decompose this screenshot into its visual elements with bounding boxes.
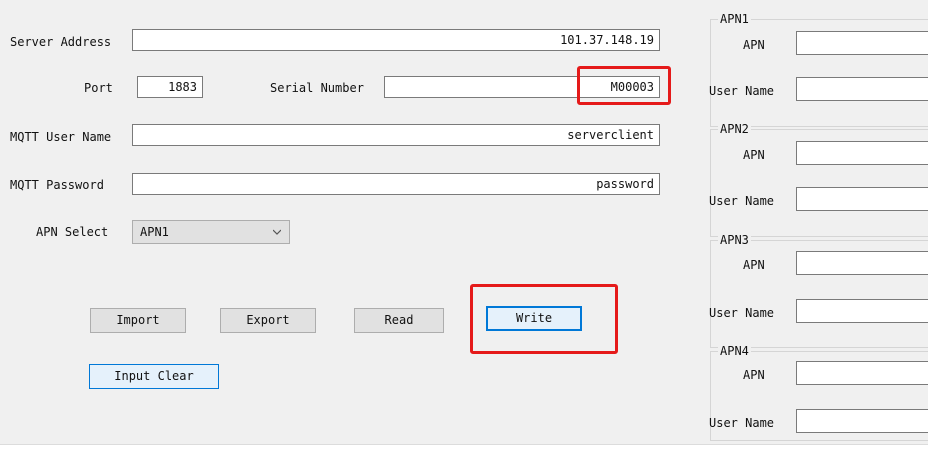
port-label: Port — [84, 81, 113, 95]
apn4-apn-input[interactable] — [796, 361, 928, 385]
mqtt-password-input[interactable]: password — [132, 173, 660, 195]
port-input[interactable]: 1883 — [137, 76, 203, 98]
serial-number-highlight — [577, 66, 671, 105]
apn1-user-name-label: User Name — [709, 84, 775, 98]
config-window: Server Address 101.37.148.19 Port 1883 S… — [0, 0, 928, 444]
import-button[interactable]: Import — [90, 308, 186, 333]
server-address-label: Server Address — [10, 35, 112, 49]
apn2-group-title: APN2 — [718, 122, 751, 136]
apn1-apn-input[interactable] — [796, 31, 928, 55]
apn2-apn-input[interactable] — [796, 141, 928, 165]
apn1-apn-label: APN — [743, 38, 765, 52]
apn2-user-name-label: User Name — [709, 194, 775, 208]
write-button-highlight — [470, 284, 618, 354]
apn1-group-title: APN1 — [718, 12, 751, 26]
apn2-apn-label: APN — [743, 148, 765, 162]
server-address-input[interactable]: 101.37.148.19 — [132, 29, 660, 51]
apn3-apn-label: APN — [743, 258, 765, 272]
apn-select-dropdown[interactable]: APN1 — [132, 220, 290, 244]
mqtt-user-name-label: MQTT User Name — [10, 130, 112, 144]
apn3-apn-input[interactable] — [796, 251, 928, 275]
apn1-user-name-input[interactable] — [796, 77, 928, 101]
read-button[interactable]: Read — [354, 308, 444, 333]
mqtt-password-label: MQTT Password — [10, 178, 104, 192]
serial-number-label: Serial Number — [270, 81, 364, 95]
bottom-strip — [0, 444, 928, 458]
apn4-apn-label: APN — [743, 368, 765, 382]
apn4-group-title: APN4 — [718, 344, 751, 358]
apn4-user-name-label: User Name — [709, 416, 775, 430]
chevron-down-icon — [273, 229, 281, 235]
apn3-group-title: APN3 — [718, 233, 751, 247]
apn-select-value: APN1 — [140, 225, 169, 239]
apn2-user-name-input[interactable] — [796, 187, 928, 211]
apn3-user-name-input[interactable] — [796, 299, 928, 323]
export-button[interactable]: Export — [220, 308, 316, 333]
apn4-user-name-input[interactable] — [796, 409, 928, 433]
apn3-user-name-label: User Name — [709, 306, 775, 320]
apn-select-label: APN Select — [36, 225, 109, 239]
input-clear-button[interactable]: Input Clear — [89, 364, 219, 389]
mqtt-user-name-input[interactable]: serverclient — [132, 124, 660, 146]
